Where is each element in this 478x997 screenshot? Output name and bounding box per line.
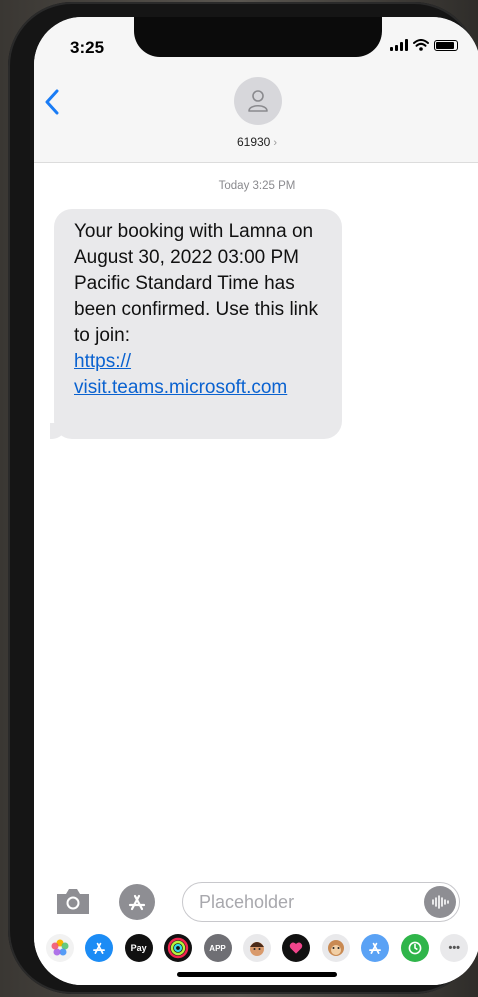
- camera-button[interactable]: [54, 886, 92, 916]
- app-store-tray-icon[interactable]: [85, 934, 114, 962]
- message-bubble[interactable]: Your booking with Lamna on August 30, 20…: [50, 209, 342, 439]
- app-label: APP: [209, 943, 226, 953]
- notch: [134, 17, 382, 57]
- contact-name: 61930: [236, 135, 271, 149]
- status-time: 3:25: [70, 38, 105, 57]
- waveform-icon: [432, 895, 449, 909]
- back-button[interactable]: [44, 89, 60, 121]
- more-icon[interactable]: •••: [440, 934, 469, 962]
- app-store-2-icon[interactable]: [361, 934, 390, 962]
- contact-name-button[interactable]: 61930 ›: [34, 135, 478, 149]
- message-text: Your booking with Lamna on August 30, 20…: [74, 221, 318, 346]
- find-my-icon[interactable]: [400, 934, 429, 962]
- app-tray: Pay APP •••: [34, 930, 478, 966]
- link-line-2: visit.teams.microsoft.com: [74, 377, 288, 398]
- contact-avatar[interactable]: [234, 77, 282, 125]
- signal-icon: [390, 39, 408, 51]
- message-timestamp: Today 3:25 PM: [218, 180, 296, 192]
- more-label: •••: [448, 942, 461, 954]
- memoji-icon[interactable]: [242, 934, 271, 962]
- message-input[interactable]: Placeholder: [182, 882, 460, 922]
- camera-icon: [57, 889, 89, 914]
- status-icons: [390, 39, 458, 51]
- voice-input-button[interactable]: [424, 886, 456, 918]
- link-line-1: https://: [74, 351, 132, 372]
- app-icon[interactable]: APP: [203, 934, 232, 962]
- apple-pay-icon[interactable]: Pay: [124, 934, 153, 962]
- message-link[interactable]: https:// visit.teams.microsoft.com: [74, 349, 330, 401]
- chevron-left-icon: [45, 89, 59, 115]
- chevron-right-icon: ›: [273, 137, 278, 149]
- person-icon: [248, 90, 268, 112]
- fitness-icon[interactable]: [164, 934, 193, 962]
- apple-pay-label: Pay: [130, 943, 147, 953]
- home-indicator[interactable]: [177, 972, 337, 977]
- composer-area: Placeholder Pay APP •••: [34, 872, 478, 985]
- wifi-icon: [413, 39, 429, 51]
- photos-icon[interactable]: [45, 934, 74, 962]
- messages-screen: 61930 › 3:25 Today 3:25 PM Your booking w…: [34, 17, 478, 985]
- app-store-icon: [128, 894, 146, 911]
- phone-frame: 61930 › 3:25 Today 3:25 PM Your booking w…: [8, 2, 478, 994]
- message-input-placeholder: Placeholder: [199, 891, 295, 912]
- animoji-icon[interactable]: [321, 934, 350, 962]
- digital-touch-icon[interactable]: [282, 934, 311, 962]
- battery-icon: [434, 40, 458, 51]
- app-store-button[interactable]: [119, 884, 155, 920]
